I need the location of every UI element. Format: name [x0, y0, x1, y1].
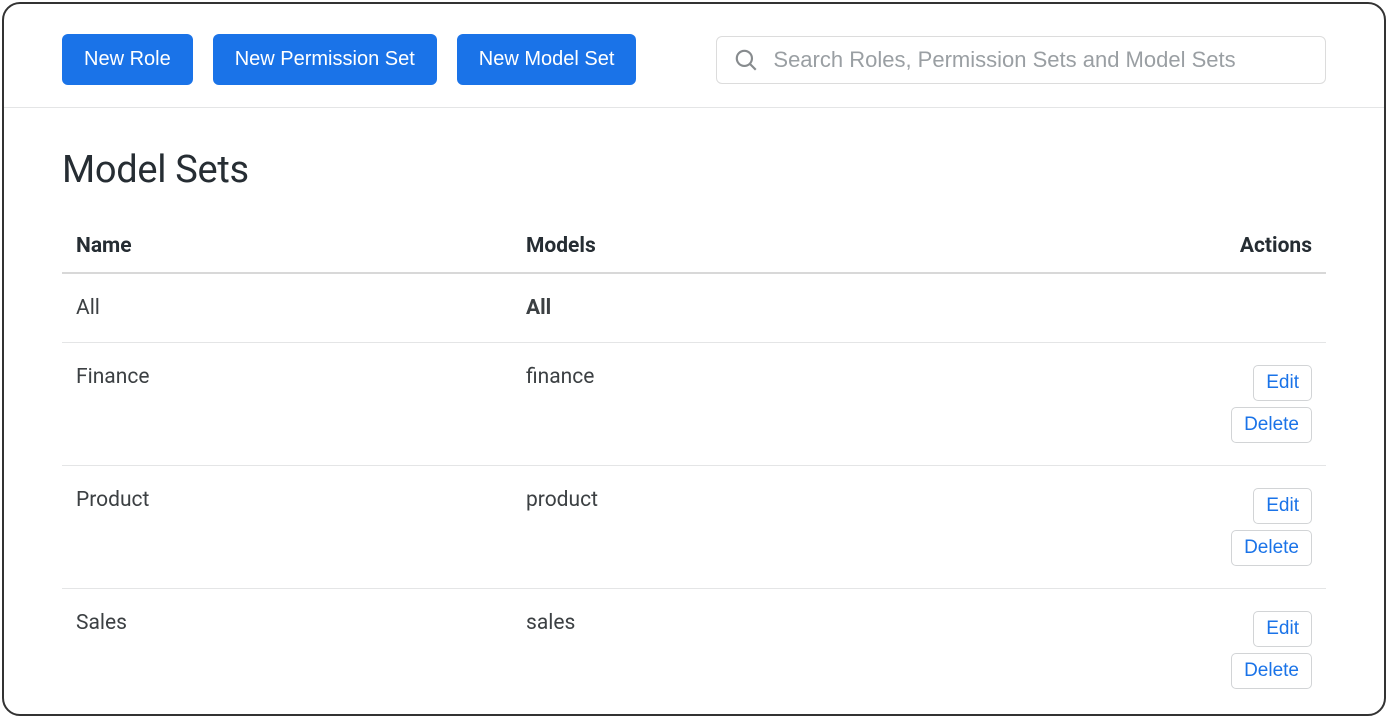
- window-frame: New Role New Permission Set New Model Se…: [2, 2, 1386, 716]
- new-model-set-button[interactable]: New Model Set: [457, 34, 637, 85]
- cell-models: finance: [526, 365, 1192, 389]
- cell-name: Sales: [76, 611, 526, 635]
- new-role-button[interactable]: New Role: [62, 34, 193, 85]
- search-input[interactable]: [773, 47, 1309, 73]
- column-header-actions: Actions: [1192, 234, 1312, 258]
- column-header-models: Models: [526, 234, 1192, 258]
- table-row: Productproduct Edit Delete: [62, 466, 1326, 589]
- table-row: Financefinance Edit Delete: [62, 343, 1326, 466]
- edit-button[interactable]: Edit: [1253, 488, 1312, 524]
- table-row: AllAll: [62, 274, 1326, 343]
- delete-button[interactable]: Delete: [1231, 530, 1312, 566]
- new-permission-set-button[interactable]: New Permission Set: [213, 34, 437, 85]
- cell-name: All: [76, 296, 526, 320]
- delete-button[interactable]: Delete: [1231, 407, 1312, 443]
- edit-button[interactable]: Edit: [1253, 611, 1312, 647]
- cell-models: sales: [526, 611, 1192, 635]
- search-icon: [733, 47, 759, 73]
- column-header-name: Name: [76, 234, 526, 258]
- search-container[interactable]: [716, 36, 1326, 84]
- page-title: Model Sets: [62, 148, 1326, 192]
- cell-actions: Edit Delete: [1192, 365, 1312, 443]
- cell-name: Finance: [76, 365, 526, 389]
- table-row: Salessales Edit Delete: [62, 589, 1326, 711]
- cell-models: All: [526, 296, 1192, 320]
- cell-actions: Edit Delete: [1192, 611, 1312, 689]
- table-header-row: Name Models Actions: [62, 220, 1326, 274]
- toolbar: New Role New Permission Set New Model Se…: [4, 4, 1384, 108]
- cell-actions: Edit Delete: [1192, 488, 1312, 566]
- edit-button[interactable]: Edit: [1253, 365, 1312, 401]
- cell-name: Product: [76, 488, 526, 512]
- cell-models: product: [526, 488, 1192, 512]
- table-body: AllAllFinancefinanceEditDeleteProductpro…: [62, 274, 1326, 711]
- content-area: Model Sets Name Models Actions AllAll Fin…: [4, 108, 1384, 711]
- delete-button[interactable]: Delete: [1231, 653, 1312, 689]
- model-sets-table: Name Models Actions AllAll Financefinance…: [62, 220, 1326, 711]
